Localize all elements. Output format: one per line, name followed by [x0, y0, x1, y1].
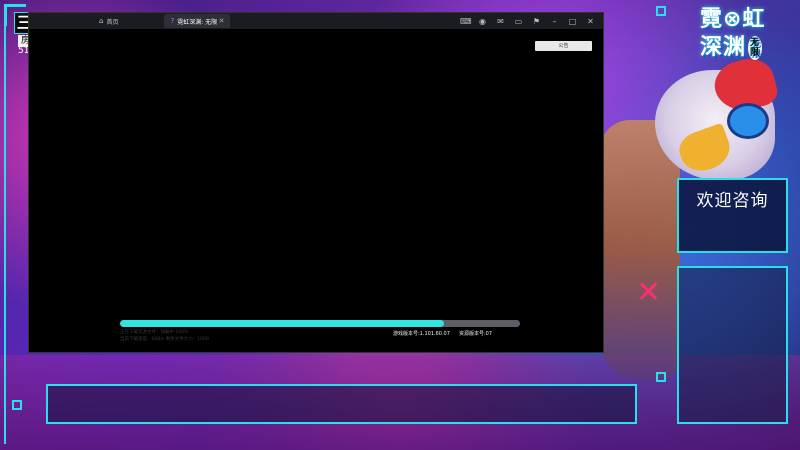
character-eye-art — [727, 103, 769, 139]
bottom-panel — [46, 384, 637, 424]
neon-corner-square — [12, 400, 22, 410]
tab-label: 霓虹深渊: 无限 — [177, 18, 218, 26]
consult-panel: 欢迎咨询 — [677, 178, 788, 253]
game-window[interactable]: ⌂ 首页 ? 霓虹深渊: 无限 ✕ ⌨ ◉ ✉ ▭ ⚑ – □ ✕ 公告 正在下… — [28, 12, 604, 353]
game-logo-line1: 霓⊗虹 — [700, 7, 766, 32]
close-tab-icon[interactable]: ✕ — [219, 17, 225, 25]
close-icon[interactable]: ✕ — [586, 17, 595, 26]
restore-icon[interactable]: □ — [568, 17, 577, 26]
game-logo-line2: 深渊 无限 — [700, 34, 792, 62]
consult-label: 欢迎咨询 — [696, 191, 769, 211]
character-art — [600, 120, 680, 380]
loading-info: 正在下载资源文件：加载中 100% 当前下载速度：0KB/s 剩余文件大小：10… — [120, 329, 209, 343]
window-controls: ⌨ ◉ ✉ ▭ ⚑ – □ ✕ — [460, 13, 595, 29]
game-logo: 霓⊗虹 深渊 无限 — [700, 6, 792, 66]
game-logo-line2-text: 深渊 — [700, 35, 747, 60]
game-icon: ? — [170, 17, 175, 25]
tab-game[interactable]: ? 霓虹深渊: 无限 ✕ — [164, 14, 231, 28]
loading-info-line: 当前下载速度：0KB/s 剩余文件大小：10KB — [120, 337, 209, 342]
user-icon[interactable]: ◉ — [478, 17, 487, 26]
window-titlebar[interactable]: ⌂ 首页 ? 霓虹深渊: 无限 ✕ ⌨ ◉ ✉ ▭ ⚑ – □ ✕ — [29, 13, 603, 29]
neon-frame-left — [4, 4, 12, 444]
neon-corner-square — [656, 6, 666, 16]
gamepad-icon[interactable]: ⌨ — [460, 17, 472, 26]
mail-icon[interactable]: ✉ — [496, 17, 505, 26]
x-mark-art: ✕ — [636, 275, 662, 310]
side-panel — [677, 266, 788, 424]
home-icon: ⌂ — [99, 17, 104, 25]
game-version: 游戏版本号:1.101.60.07 — [393, 331, 450, 337]
notice-button[interactable]: 公告 — [535, 41, 592, 51]
loading-progress-bar — [120, 320, 520, 327]
loading-progress-fill — [120, 320, 444, 327]
bookmark-icon[interactable]: ⚑ — [532, 17, 541, 26]
tab-home[interactable]: ⌂ 首页 — [93, 14, 124, 28]
screen-icon[interactable]: ▭ — [514, 17, 523, 26]
loading-info-line: 正在下载资源文件：加载中 100% — [120, 330, 189, 335]
minimize-icon[interactable]: – — [550, 17, 559, 26]
tab-label: 首页 — [106, 18, 119, 26]
neon-corner-square — [656, 372, 666, 382]
resource-version: 资源版本号:07 — [459, 331, 493, 337]
game-logo-badge: 无限 — [748, 36, 763, 60]
